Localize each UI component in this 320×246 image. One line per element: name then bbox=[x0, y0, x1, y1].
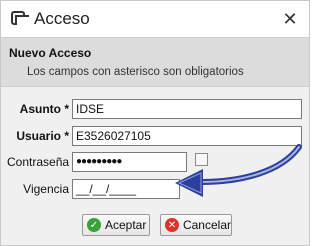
accept-label: Aceptar bbox=[105, 218, 147, 232]
dialog-window: Acceso ✕ Nuevo Acceso Los campos con ast… bbox=[0, 0, 310, 246]
contrasena-label: Contraseña bbox=[7, 155, 70, 169]
accept-button[interactable]: ✓ Aceptar bbox=[82, 214, 150, 236]
cancel-label: Cancelar bbox=[182, 218, 231, 232]
window-icon bbox=[11, 11, 29, 25]
header-title: Nuevo Acceso bbox=[9, 46, 92, 60]
usuario-label: Usuario * bbox=[16, 129, 69, 143]
cancel-icon: ✕ bbox=[165, 218, 179, 232]
title-bar: Acceso ✕ bbox=[1, 1, 309, 37]
cancel-button[interactable]: ✕ Cancelar bbox=[160, 214, 232, 236]
check-icon: ✓ bbox=[87, 218, 101, 232]
arrow-annotation-icon bbox=[175, 144, 302, 197]
close-icon: ✕ bbox=[282, 8, 298, 29]
vigencia-label: Vigencia bbox=[23, 182, 69, 196]
close-button[interactable]: ✕ bbox=[277, 7, 303, 31]
window-title: Acceso bbox=[34, 9, 90, 28]
asunto-input[interactable]: IDSE bbox=[72, 99, 302, 119]
asunto-label: Asunto * bbox=[19, 102, 69, 116]
header-band: Nuevo Acceso Los campos con asterisco so… bbox=[1, 37, 309, 87]
header-subtitle: Los campos con asterisco son obligatorio… bbox=[27, 66, 244, 78]
